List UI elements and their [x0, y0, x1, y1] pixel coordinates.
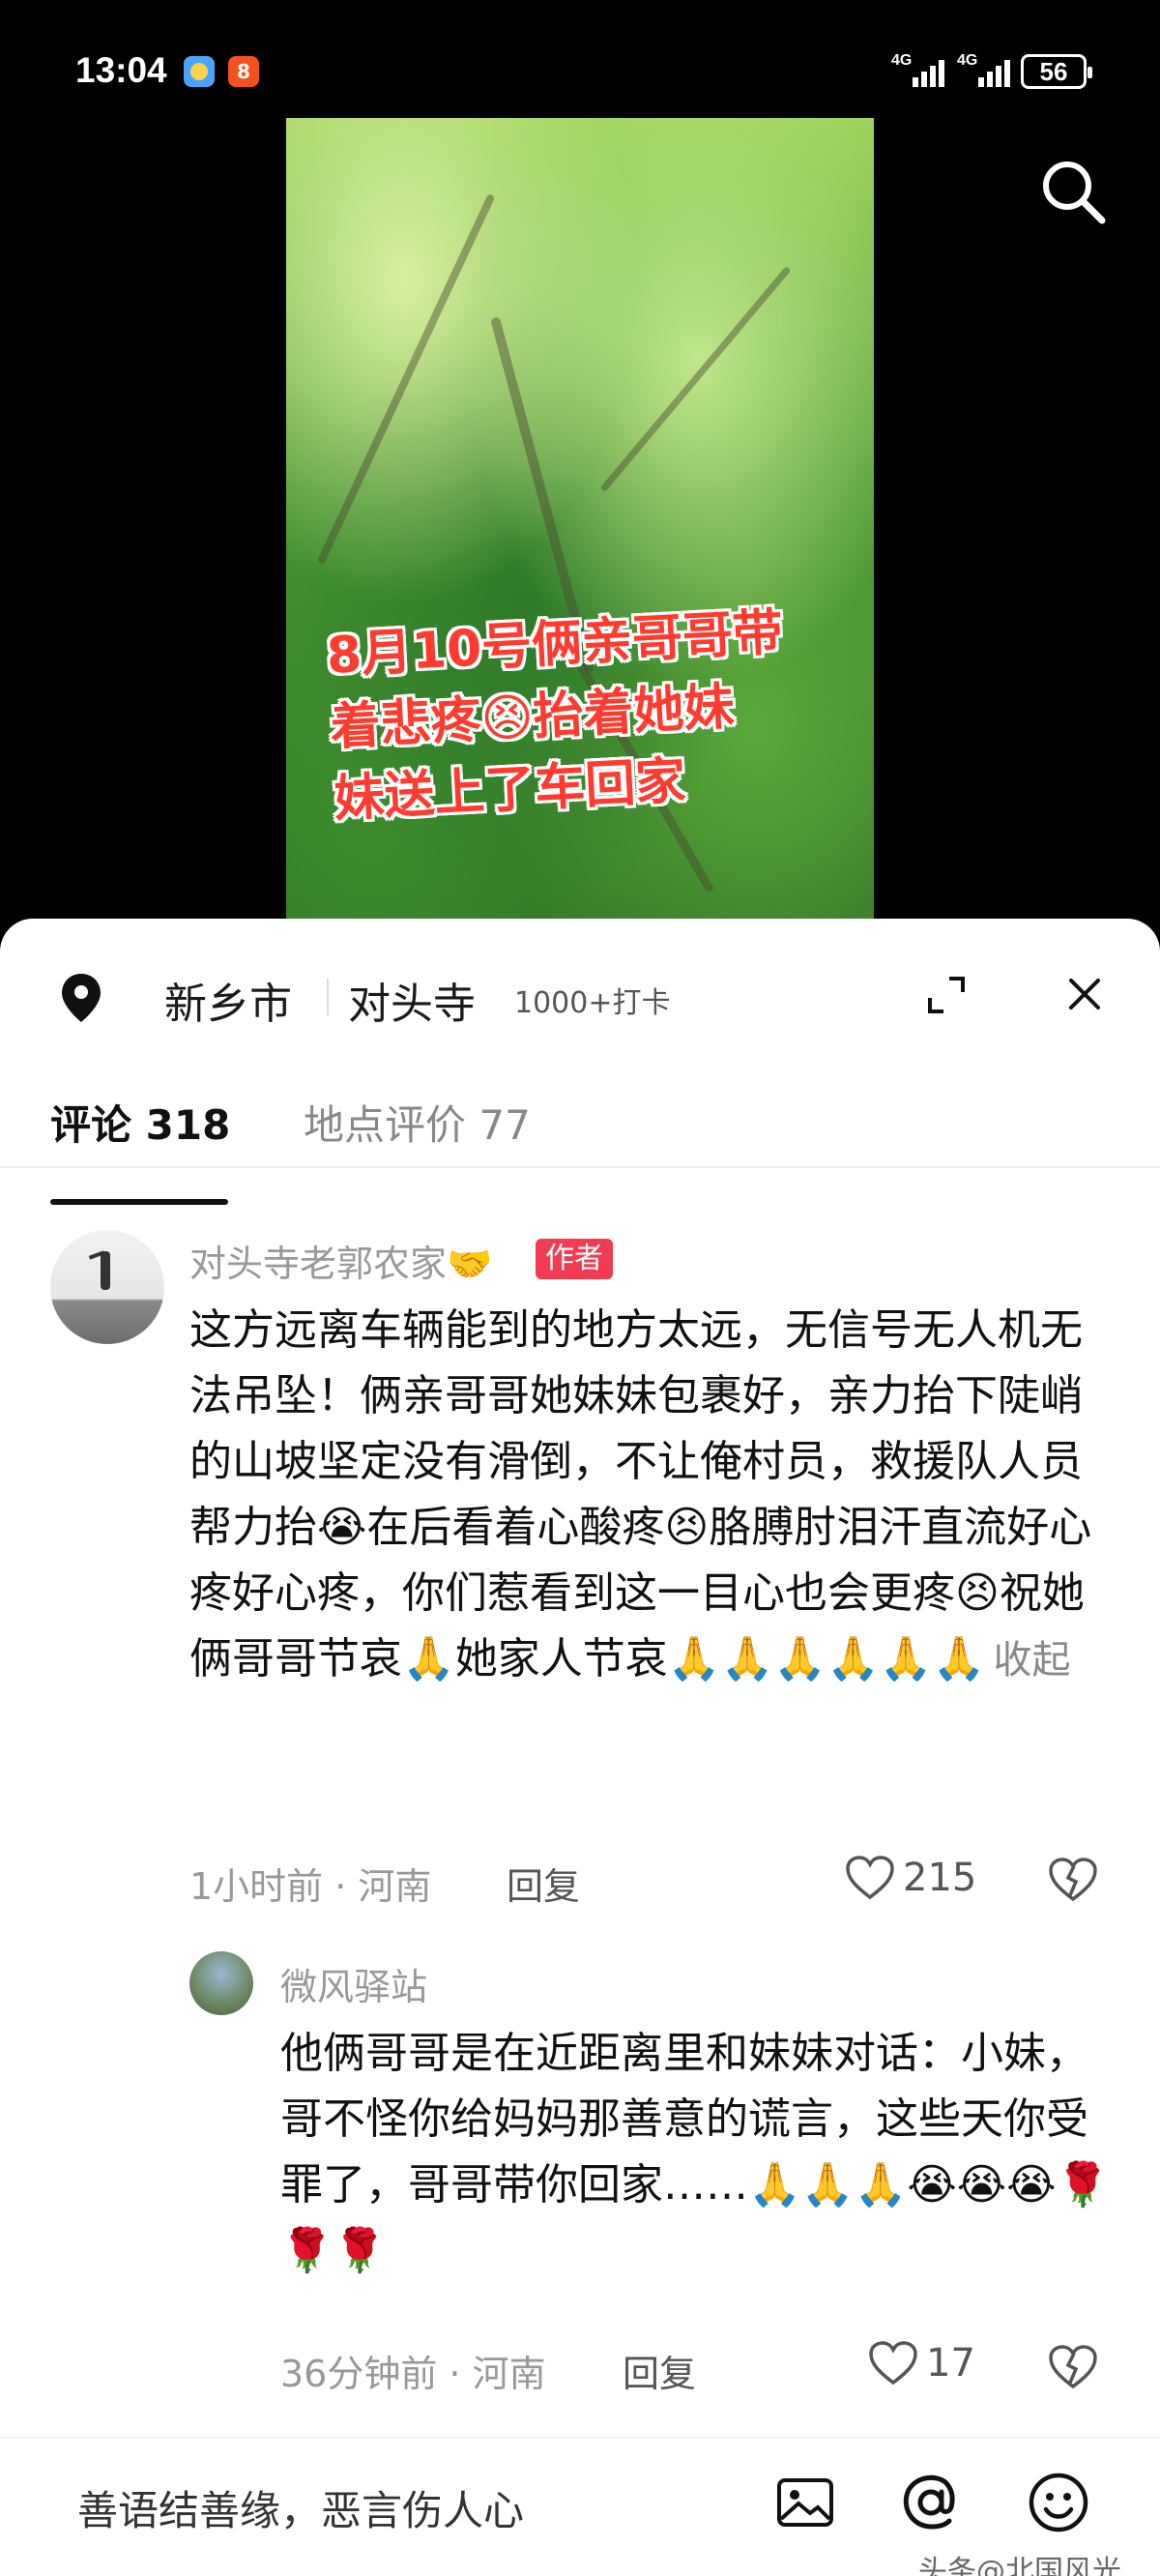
expand-icon[interactable] — [926, 975, 967, 1015]
status-bar: 13:04 8 4G 4G 56 — [0, 0, 1160, 116]
video-player[interactable]: 8月10号俩亲哥哥带 着悲疼😣抬着她妹 妹送上了车回家 — [286, 118, 874, 930]
like-count: 215 — [903, 1856, 977, 1900]
emoji-icon[interactable] — [1025, 2469, 1092, 2536]
divider — [327, 979, 329, 1015]
comments-sheet: 新乡市 对头寺 1000+打卡 评论 318 地点评价 77 对头寺老郭农家🤝 … — [0, 919, 1160, 2576]
video-caption: 8月10号俩亲哥哥带 着悲疼😣抬着她妹 妹送上了车回家 — [325, 603, 785, 829]
dislike-icon[interactable] — [1048, 1857, 1098, 1903]
signal-icon: 4G — [891, 52, 951, 89]
dislike-icon[interactable] — [1048, 2344, 1098, 2390]
close-icon[interactable] — [1067, 977, 1102, 1011]
comment-author[interactable]: 对头寺老郭农家🤝 — [189, 1234, 492, 1287]
reply-button[interactable]: 回复 — [623, 2344, 696, 2397]
watermark: 头条@北国风光 — [918, 2555, 1121, 2576]
comment-time-location: 1小时前 · 河南 — [189, 1865, 432, 1908]
comment-text: 他俩哥哥是在近距离里和妹妹对话：小妹，哥不怪你给妈妈那善意的谎言，这些天你受罪了… — [280, 2029, 1110, 2275]
collapse-link[interactable]: 收起 — [994, 1638, 1071, 1683]
location-bar[interactable]: 新乡市 对头寺 1000+打卡 — [0, 919, 1160, 1044]
checkin-count: 1000+打卡 — [514, 986, 671, 1020]
location-place[interactable]: 对头寺 — [348, 969, 476, 1031]
image-icon[interactable] — [771, 2469, 839, 2536]
comment-text: 这方远离车辆能到的地方太远，无信号无人机无法吊坠！俩亲哥哥她妹妹包裹好，亲力抬下… — [189, 1305, 1092, 1683]
avatar[interactable] — [50, 1230, 164, 1344]
heart-icon — [846, 1856, 894, 1900]
app-notification-icon: 8 — [228, 56, 259, 87]
comment-author[interactable]: 微风驿站 — [280, 1957, 427, 2010]
heart-icon — [869, 2341, 917, 2386]
location-city[interactable]: 新乡市 — [164, 969, 292, 1031]
comment-input[interactable]: 善语结善缘，恶言伤人心 — [77, 2478, 524, 2537]
location-pin-icon — [62, 974, 101, 1022]
tab-bar: 评论 318 地点评价 77 — [0, 1093, 1160, 1168]
weather-icon — [184, 56, 215, 87]
search-icon[interactable] — [1036, 155, 1110, 228]
like-button[interactable]: 17 — [868, 2340, 975, 2386]
avatar[interactable] — [189, 1951, 253, 2015]
like-count: 17 — [926, 2341, 975, 2386]
tab-comments[interactable]: 评论 318 — [50, 1093, 230, 1152]
like-button[interactable]: 215 — [845, 1855, 976, 1901]
mention-icon[interactable] — [897, 2469, 965, 2536]
tab-place-reviews[interactable]: 地点评价 77 — [304, 1093, 531, 1152]
signal-icon-2: 4G — [957, 52, 1017, 89]
author-badge: 作者 — [536, 1239, 613, 1279]
reply-button[interactable]: 回复 — [507, 1857, 580, 1910]
active-tab-indicator — [50, 1199, 228, 1205]
battery-icon: 56 — [1021, 54, 1092, 89]
status-time: 13:04 — [75, 50, 167, 90]
comment-time-location: 36分钟前 · 河南 — [280, 2353, 546, 2395]
